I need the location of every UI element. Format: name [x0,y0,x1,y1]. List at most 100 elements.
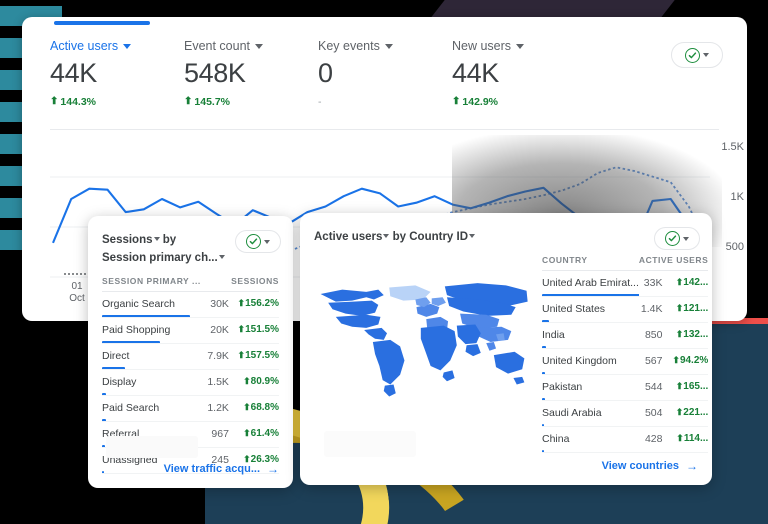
row-label: Direct [102,343,207,370]
row-value: 33K [638,270,663,297]
column-header-country: COUNTRY [542,250,639,271]
table-row[interactable]: Organic Search 30K ⬆156.2% [102,291,279,318]
countries-status-pill[interactable] [654,227,700,250]
metric-delta: ⬆ 142.9% [452,96,584,108]
report-status-pill[interactable] [671,42,723,68]
row-label: Organic Search [102,291,207,318]
chevron-down-icon[interactable] [469,234,476,238]
view-traffic-acquisition-link[interactable]: View traffic acqu... → [164,462,279,476]
metric-card-new-users[interactable]: New users 44K ⬆ 142.9% [452,39,584,127]
sessions-card-title: Sessions by Session primary ch... [102,232,252,268]
chevron-down-icon[interactable] [683,236,689,241]
metric-card-active-users[interactable]: Active users 44K ⬆ 144.3% [50,39,184,127]
table-row[interactable]: Saudi Arabia 504 ⬆221... [542,400,709,427]
sessions-status-pill[interactable] [235,230,281,253]
metric-label-text: Event count [184,39,251,53]
row-label: Paid Shopping [102,317,207,344]
chevron-down-icon[interactable] [264,239,270,244]
table-row[interactable]: United Arab Emirat... 33K ⬆142... [542,270,709,297]
countries-table-wrap: COUNTRY ACTIVE USERS United Arab Emirat.… [542,250,709,453]
row-label: Paid Search [102,395,207,422]
y-tick-label: 500 [725,241,744,253]
row-delta: ⬆94.2% [662,348,709,375]
row-label: United Kingdom [542,348,639,375]
metric-label[interactable]: Key events [318,39,452,53]
screenshot-stage: Active users 44K ⬆ 144.3% Event count 54… [0,0,768,524]
row-delta: ⬆61.4% [228,421,279,448]
check-circle-icon [665,231,680,246]
chevron-down-icon[interactable] [255,43,264,49]
metric-label[interactable]: Event count [184,39,318,53]
row-label: China [542,426,639,453]
chevron-down-icon[interactable] [383,234,390,238]
row-value: 967 [206,421,229,448]
table-row[interactable]: United Kingdom 567 ⬆94.2% [542,348,709,375]
sessions-card-header: Sessions by Session primary ch... [88,216,293,272]
placeholder-block [106,436,198,458]
table-row[interactable]: India 850 ⬆132... [542,322,709,349]
countries-table: COUNTRY ACTIVE USERS United Arab Emirat.… [542,250,709,453]
row-delta: ⬆132... [662,322,709,349]
column-header-sessions: SESSIONS [206,271,279,292]
row-value: 504 [638,400,663,427]
check-circle-icon [246,234,261,249]
row-value: 1.4K [638,296,663,323]
countries-card-header: Active users by Country ID [300,213,712,251]
metric-delta: - [318,96,322,109]
table-row[interactable]: Pakistan 544 ⬆165... [542,374,709,401]
countries-table-body: United Arab Emirat... 33K ⬆142... United St… [542,270,709,453]
metric-label-text: Key events [318,39,380,53]
metric-card-event-count[interactable]: Event count 548K ⬆ 145.7% [184,39,318,127]
row-delta: ⬆142... [662,270,709,297]
countries-card-body: COUNTRY ACTIVE USERS United Arab Emirat.… [300,250,712,453]
chevron-down-icon[interactable] [123,43,132,49]
metric-card-key-events[interactable]: Key events 0 - [318,39,452,127]
table-row[interactable]: Paid Search 1.2K ⬆68.8% [102,395,279,422]
countries-metric-dropdown[interactable]: Active users [314,231,382,243]
metric-value: 0 [318,58,333,88]
chevron-down-icon[interactable] [218,254,225,259]
row-label: Saudi Arabia [542,400,639,427]
countries-card-title: Active users by Country ID [314,229,614,247]
table-row[interactable]: Direct 7.9K ⬆157.5% [102,343,279,370]
y-tick-label: 1.5K [721,141,744,153]
table-row[interactable]: United States 1.4K ⬆121... [542,296,709,323]
chevron-down-icon[interactable] [153,237,160,241]
metric-delta: ⬆ 145.7% [184,96,318,108]
table-row[interactable]: Display 1.5K ⬆80.9% [102,369,279,396]
row-delta: ⬆157.5% [228,343,279,370]
metric-value: 44K [50,58,97,88]
view-countries-link[interactable]: View countries → [602,459,698,473]
footer-link-label: View countries [601,460,679,472]
chevron-down-icon[interactable] [516,43,525,49]
table-row[interactable]: Paid Shopping 20K ⬆151.5% [102,317,279,344]
sessions-metric-dropdown[interactable]: Sessions [102,234,153,246]
metric-label[interactable]: New users [452,39,584,53]
metric-delta-text: 145.7% [194,96,231,109]
row-value: 7.9K [206,343,229,370]
world-map-choropleth[interactable] [314,251,532,431]
x-tick-label: 01 Oct [69,281,85,304]
arrow-up-icon: ⬆ [184,96,193,108]
row-delta: ⬆68.8% [228,395,279,422]
row-bar [102,471,104,473]
countries-title-by: by [392,231,407,243]
countries-dimension-dropdown[interactable]: Country ID [409,231,468,243]
metric-label[interactable]: Active users [50,39,184,53]
metric-value: 44K [452,58,499,88]
row-label: India [542,322,639,349]
row-label: United Arab Emirat... [542,270,639,297]
table-row[interactable]: China 428 ⬆114... [542,426,709,453]
metric-delta: ⬆ 144.3% [50,96,184,108]
countries-card: Active users by Country ID COUNTRY ACTIV… [300,213,712,485]
chevron-down-icon[interactable] [384,43,393,49]
row-delta: ⬆114... [662,426,709,453]
metric-label-text: Active users [50,39,119,53]
sessions-dimension-dropdown[interactable]: Session primary ch... [102,252,218,264]
chevron-down-icon[interactable] [703,53,709,57]
row-delta: ⬆80.9% [228,369,279,396]
y-tick-label: 1K [730,191,744,203]
row-label: United States [542,296,639,323]
footer-link-label: View traffic acqu... [163,463,260,475]
sessions-title-by: by [162,234,177,246]
